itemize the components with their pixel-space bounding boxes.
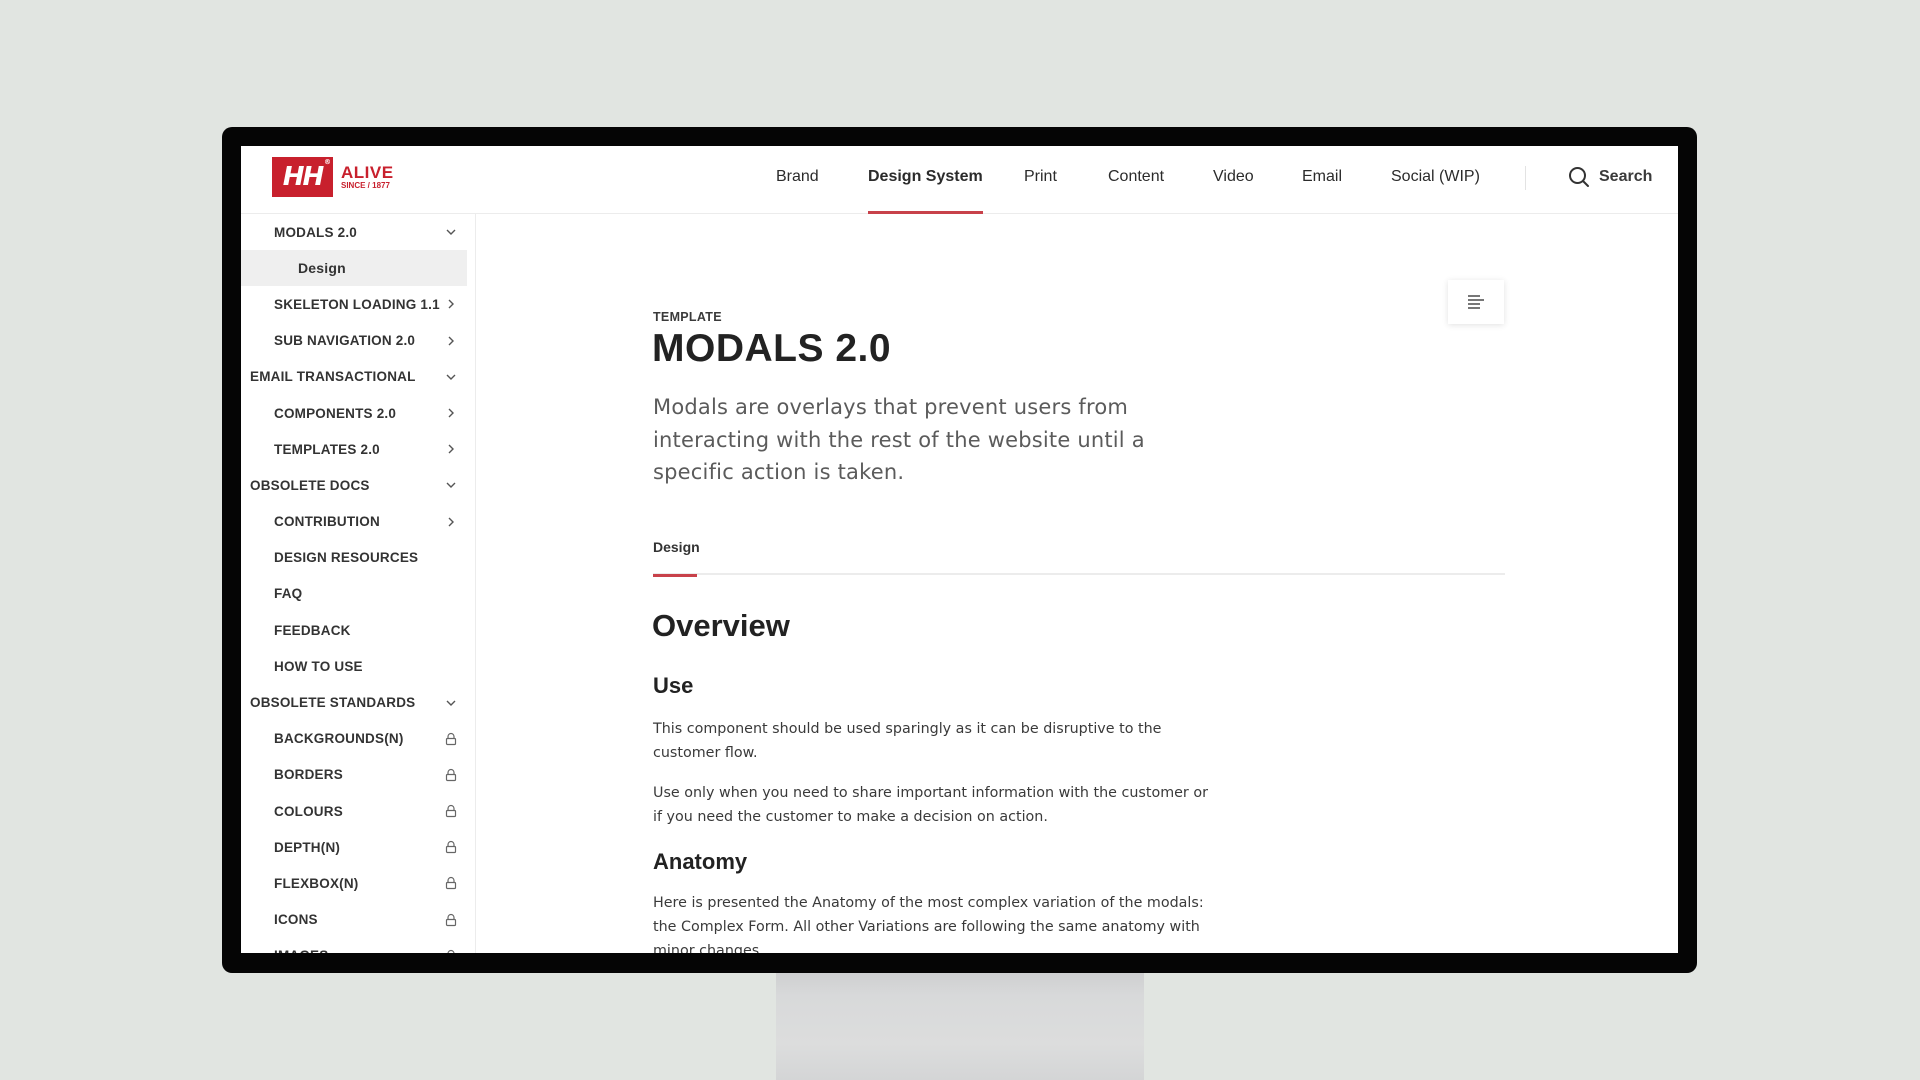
use-paragraph-2: Use only when you need to share importan… [653, 785, 1208, 825]
sidebar-item-feedback[interactable]: FEEDBACK [241, 612, 475, 648]
table-of-contents-icon [1468, 295, 1484, 309]
chevron-down-icon[interactable] [444, 370, 458, 384]
sidebar-item-label: OBSOLETE DOCS [250, 477, 370, 493]
content-tabs: Design [653, 539, 1505, 577]
nav-brand[interactable]: Brand [776, 146, 819, 213]
page-lead: Modals are overlays that prevent users f… [653, 395, 1145, 484]
brand-logo[interactable]: HH ® ALIVE SINCE / 1877 [272, 157, 394, 197]
chevron-down-icon[interactable] [444, 696, 458, 710]
use-paragraph-1: This component should be used sparingly … [653, 721, 1162, 761]
nav-divider [1525, 166, 1526, 190]
sidebar-item-components-2-0[interactable]: COMPONENTS 2.0 [241, 395, 475, 431]
lock-icon [444, 949, 458, 953]
overview-heading: Overview [652, 608, 790, 643]
nav-print[interactable]: Print [1024, 146, 1057, 213]
sidebar-item-obsolete-docs[interactable]: OBSOLETE DOCS [241, 467, 475, 503]
chevron-right-icon[interactable] [444, 515, 458, 529]
lock-icon [444, 913, 458, 927]
chevron-right-icon[interactable] [444, 406, 458, 420]
lock-icon [444, 768, 458, 782]
sidebar-item-label: FLEXBOX(N) [274, 875, 359, 891]
chevron-right-icon[interactable] [444, 442, 458, 456]
sidebar-item-label: Design [298, 260, 346, 277]
sidebar-item-label: SUB NAVIGATION 2.0 [274, 333, 416, 349]
sidebar-item-label: EMAIL TRANSACTIONAL [250, 369, 416, 385]
logo-subtitle: SINCE / 1877 [341, 181, 390, 190]
sidebar-item-images[interactable]: IMAGES [241, 938, 475, 953]
sidebar-item-flexbox-n[interactable]: FLEXBOX(N) [241, 865, 475, 901]
nav-content[interactable]: Content [1108, 146, 1164, 213]
monitor-stand [776, 960, 1144, 1080]
sidebar-item-label: DEPTH(N) [274, 839, 341, 855]
sidebar-item-design[interactable]: Design [241, 250, 467, 287]
sidebar-item-label: CONTRIBUTION [274, 514, 380, 530]
sidebar-item-label: BORDERS [274, 767, 343, 783]
search-label: Search [1599, 168, 1653, 185]
lock-icon [444, 732, 458, 746]
logo-title: ALIVE [341, 163, 394, 182]
sidebar-item-skeleton-loading-1-1[interactable]: SKELETON LOADING 1.1 [241, 286, 475, 322]
chevron-down-icon[interactable] [444, 478, 458, 492]
sidebar-item-faq[interactable]: FAQ [241, 576, 475, 612]
nav-social-wip[interactable]: Social (WIP) [1391, 146, 1480, 213]
anatomy-paragraph: Here is presented the Anatomy of the mos… [653, 895, 1204, 953]
sidebar-item-icons[interactable]: ICONS [241, 902, 475, 938]
nav-email[interactable]: Email [1302, 146, 1342, 213]
nav-video[interactable]: Video [1213, 146, 1254, 213]
sidebar-item-how-to-use[interactable]: HOW TO USE [241, 648, 475, 684]
table-of-contents-button[interactable] [1448, 280, 1504, 324]
sidebar-item-label: BACKGROUNDS(N) [274, 731, 404, 747]
lock-icon [444, 804, 458, 818]
lock-icon [444, 840, 458, 854]
use-heading: Use [653, 673, 694, 698]
sidebar-item-email-transactional[interactable]: EMAIL TRANSACTIONAL [241, 359, 475, 395]
sidebar-item-label: IMAGES [274, 948, 328, 953]
sidebar-item-depth-n[interactable]: DEPTH(N) [241, 829, 475, 865]
sidebar-item-label: FEEDBACK [274, 622, 351, 638]
search-icon [1569, 167, 1589, 187]
sidebar-item-label: DESIGN RESOURCES [274, 550, 419, 566]
page-title: MODALS 2.0 [652, 327, 892, 370]
top-header: HH ® ALIVE SINCE / 1877 Brand Design Sys… [241, 146, 1678, 214]
sidebar-nav: MODALS 2.0 Design SKELETON LOADING 1.1 SUB … [241, 214, 476, 953]
sidebar-item-label: COLOURS [274, 803, 343, 819]
nav-design-system[interactable]: Design System [868, 146, 983, 214]
sidebar-item-label: COMPONENTS 2.0 [274, 405, 397, 421]
logo-mark-text: HH [282, 162, 325, 192]
sidebar-item-obsolete-standards[interactable]: OBSOLETE STANDARDS [241, 684, 475, 720]
sidebar-item-backgrounds-n[interactable]: BACKGROUNDS(N) [241, 721, 475, 757]
sidebar-item-templates-2-0[interactable]: TEMPLATES 2.0 [241, 431, 475, 467]
sidebar-item-sub-navigation-2-0[interactable]: SUB NAVIGATION 2.0 [241, 323, 475, 359]
page-eyebrow: TEMPLATE [653, 310, 722, 324]
sidebar-item-colours[interactable]: COLOURS [241, 793, 475, 829]
logo-mark: HH ® [272, 157, 333, 197]
sidebar-item-modals-2-0[interactable]: MODALS 2.0 [241, 214, 475, 250]
chevron-right-icon[interactable] [444, 297, 458, 311]
sidebar-item-label: ICONS [274, 912, 318, 928]
sidebar-item-label: FAQ [274, 586, 303, 602]
search-button[interactable]: Search [1567, 165, 1652, 189]
sidebar-item-design-resources[interactable]: DESIGN RESOURCES [241, 540, 475, 576]
sidebar-item-label: HOW TO USE [274, 658, 363, 674]
chevron-right-icon[interactable] [444, 334, 458, 348]
sidebar-item-contribution[interactable]: CONTRIBUTION [241, 504, 475, 540]
chevron-down-icon[interactable] [444, 225, 458, 239]
sidebar-item-label: OBSOLETE STANDARDS [250, 695, 416, 711]
screen: HH ® ALIVE SINCE / 1877 Brand Design Sys… [241, 146, 1678, 953]
registered-mark: ® [324, 158, 331, 166]
anatomy-heading: Anatomy [653, 849, 748, 874]
tab-design[interactable]: Design [653, 539, 700, 577]
lock-icon [444, 876, 458, 890]
sidebar-item-borders[interactable]: BORDERS [241, 757, 475, 793]
sidebar-item-label: TEMPLATES 2.0 [274, 441, 380, 457]
sidebar-item-label: SKELETON LOADING 1.1 [274, 296, 440, 312]
sidebar-item-label: MODALS 2.0 [274, 224, 358, 240]
logo-wordmark: ALIVE SINCE / 1877 [341, 164, 394, 190]
